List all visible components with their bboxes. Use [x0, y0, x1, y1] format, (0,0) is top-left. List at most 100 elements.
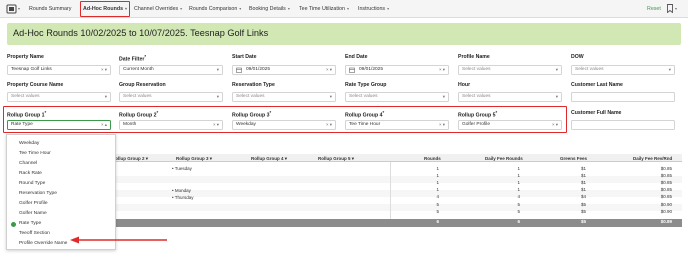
- property-name-label: Property Name: [7, 54, 44, 60]
- clear-chevron-icon: × ▾: [101, 67, 107, 72]
- dropdown-option[interactable]: Round Type: [19, 181, 45, 186]
- column-header-rollup-2[interactable]: Rollup Group 2 ▾: [112, 156, 148, 162]
- tab-rounds-comparison[interactable]: Rounds Comparison ▾: [189, 3, 241, 15]
- chevron-down-icon: ▾: [442, 94, 445, 99]
- dropdown-option[interactable]: Teeoff Section: [19, 231, 50, 236]
- daily-fee-rounds-cell: 4: [517, 194, 520, 200]
- report-title-banner: Ad-Hoc Rounds 10/02/2025 to 10/07/2025. …: [7, 23, 681, 45]
- dropdown-option[interactable]: Rack Rate: [19, 171, 42, 176]
- home-icon[interactable]: [6, 3, 18, 15]
- dropdown-option[interactable]: Weekday: [19, 141, 39, 146]
- reservation-type-select[interactable]: Select values ▾: [232, 92, 336, 102]
- chevron-down-icon: ▾: [329, 94, 332, 99]
- property-course-name-label: Property Course Name: [7, 82, 64, 88]
- rollup-group-5-select[interactable]: Golfer Profile × ▾: [458, 120, 562, 130]
- customer-last-name-input[interactable]: [571, 92, 675, 102]
- rounds-cell: 1: [436, 187, 439, 193]
- chevron-down-icon: ▾: [387, 6, 390, 11]
- daily-fee-rounds-cell: 1: [517, 180, 520, 186]
- column-header-rollup-4[interactable]: Rollup Group 4 ▾: [251, 156, 287, 162]
- dropdown-option[interactable]: Golfer Name: [19, 211, 47, 216]
- greens-fees-cell: $1: [580, 173, 586, 179]
- daily-fee-rounds-cell: 1: [517, 173, 520, 179]
- total-rounds: 6: [436, 219, 439, 224]
- rollup-group-1-select[interactable]: Rate Type × ▴: [7, 120, 111, 130]
- bookmark-chevron-icon[interactable]: ▾: [675, 3, 677, 15]
- rev-rnd-cell: $0.85: [660, 194, 672, 200]
- column-header-rollup-5[interactable]: Rollup Group 5 ▾: [318, 156, 354, 162]
- column-header-rollup-3[interactable]: Rollup Group 3 ▾: [176, 156, 212, 162]
- chevron-down-icon: ▾: [287, 6, 290, 11]
- calendar-icon: [236, 67, 242, 73]
- dropdown-option[interactable]: Rate Type: [19, 221, 41, 226]
- column-header-greens-fees[interactable]: Greens Fees: [560, 156, 587, 161]
- dow-select[interactable]: Select values ▾: [571, 65, 675, 75]
- active-tab-highlight: [80, 1, 130, 17]
- rollup-group-5-label: Rollup Group 5*: [458, 110, 498, 119]
- rollup-group-3-select[interactable]: Weekday × ▾: [232, 120, 336, 130]
- tab-booking-details[interactable]: Booking Details ▾: [249, 3, 290, 15]
- rev-rnd-cell: $0.85: [660, 166, 672, 171]
- weekday-cell: • Thursday: [172, 195, 194, 200]
- tab-rounds-summary[interactable]: Rounds Summary: [29, 3, 71, 15]
- column-header-rounds[interactable]: Rounds: [424, 156, 441, 161]
- dropdown-option[interactable]: Profile Override Name: [19, 241, 67, 246]
- annotation-arrow: [70, 236, 168, 244]
- property-name-select[interactable]: Teesnap Golf Links × ▾: [7, 65, 111, 75]
- dropdown-option[interactable]: Channel: [19, 161, 37, 166]
- column-header-daily-fee-rev-rnd[interactable]: Daily Fee Rev/Rnd: [633, 156, 672, 161]
- rev-rnd-cell: $0.85: [660, 180, 672, 186]
- chevron-down-icon: ▾: [555, 67, 558, 72]
- customer-full-name-label: Customer Full Name: [571, 110, 622, 116]
- weekday-cell: • Tuesday: [172, 166, 192, 171]
- start-date-input[interactable]: 09/01/2025 × ▾: [232, 65, 336, 75]
- rev-rnd-cell: $0.85: [660, 173, 672, 179]
- rounds-cell: 1: [436, 173, 439, 179]
- dow-label: DOW: [571, 54, 584, 60]
- date-filter-select[interactable]: Current Month ▾: [119, 65, 223, 75]
- rate-type-group-select[interactable]: Select values ▾: [345, 92, 449, 102]
- greens-fees-cell: $1: [580, 166, 586, 171]
- hour-label: Hour: [458, 82, 471, 88]
- tab-instructions[interactable]: Instructions ▾: [358, 3, 389, 15]
- rollup-group-2-label: Rollup Group 2*: [119, 110, 159, 119]
- home-chevron-icon[interactable]: ▾: [18, 3, 20, 15]
- rounds-cell: 5: [436, 201, 439, 207]
- rev-rnd-cell: $0.90: [660, 208, 672, 214]
- clear-chevron-icon: × ▾: [213, 122, 219, 127]
- rounds-cell: 4: [436, 194, 439, 200]
- customer-full-name-input[interactable]: [571, 120, 675, 130]
- dropdown-option[interactable]: Reservation Type: [19, 191, 57, 196]
- daily-fee-rounds-cell: 1: [517, 187, 520, 193]
- tab-tee-time-utilization[interactable]: Tee Time Utilization ▾: [299, 3, 349, 15]
- end-date-label: End Date: [345, 54, 368, 60]
- rounds-cell: 1: [436, 166, 439, 171]
- dropdown-option[interactable]: Tee Time Hour: [19, 151, 51, 156]
- greens-fees-cell: $1: [580, 180, 586, 186]
- property-course-name-select[interactable]: Select values ▾: [7, 92, 111, 102]
- chevron-down-icon: ▾: [668, 67, 671, 72]
- rollup-group-4-select[interactable]: Tee Time Hour × ▾: [345, 120, 449, 130]
- tab-channel-overrides[interactable]: Channel Overrides ▾: [134, 3, 182, 15]
- dropdown-option[interactable]: Golfer Profile: [19, 201, 48, 206]
- reset-button[interactable]: Reset: [647, 3, 661, 15]
- clear-chevron-icon: × ▾: [439, 67, 445, 72]
- end-date-input[interactable]: 09/01/2025 × ▾: [345, 65, 449, 75]
- top-nav-bar: ▾ Rounds Summary Ad-Hoc Rounds ▾ Channel …: [0, 0, 688, 18]
- greens-fees-cell: $5: [580, 208, 586, 214]
- total-greens-fees: $5: [580, 219, 586, 224]
- chevron-down-icon: ▾: [104, 94, 107, 99]
- date-filter-label: Date Filter*: [119, 54, 147, 63]
- column-header-daily-fee-rounds[interactable]: Daily Fee Rounds: [485, 156, 523, 161]
- profile-name-select[interactable]: Select values ▾: [458, 65, 562, 75]
- rollup-group-1-label: Rollup Group 1*: [7, 110, 47, 119]
- group-reservation-select[interactable]: Select values ▾: [119, 92, 223, 102]
- weekday-cell: • Monday: [172, 188, 191, 193]
- chevron-down-icon: ▾: [180, 6, 183, 11]
- bookmark-icon[interactable]: [667, 4, 673, 13]
- hour-select[interactable]: Select values ▾: [458, 92, 562, 102]
- calendar-icon: [349, 67, 355, 73]
- daily-fee-rounds-cell: 1: [517, 166, 520, 171]
- rollup-group-2-select[interactable]: Month × ▾: [119, 120, 223, 130]
- daily-fee-rounds-cell: 5: [517, 201, 520, 207]
